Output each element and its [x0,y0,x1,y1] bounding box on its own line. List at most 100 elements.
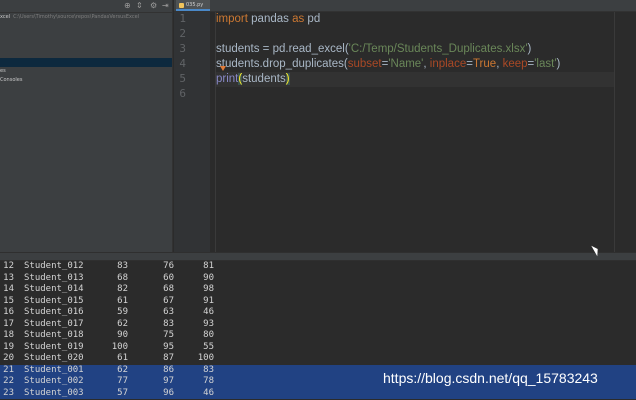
row-value: 46 [203,307,214,317]
table-row-selected: 23 Student_003 57 96 46 [0,387,636,399]
line-number-gutter: 1 2 3 4 5 6 [174,12,210,252]
row-value: 100 [111,341,128,352]
line-number: 6 [179,87,186,100]
row-index: 13 [3,272,14,283]
string-literal: 'C:/Temp/Students_Duplicates.xlsx' [348,43,528,55]
param-inplace: inplace [429,58,467,70]
table-row: 16 Student_016 59 63 46 [0,307,636,319]
code-line-3: students = pd.read_excel('C:/Temp/Studen… [216,42,531,57]
gear-icon[interactable]: ⚙ [150,1,157,11]
tree-root-label: xcel [0,14,11,20]
tree-root[interactable]: xcel C:\Users\Timothy\source\repos\Pandas… [0,13,172,22]
row-name: Student_019 [24,341,84,352]
row-index: 15 [3,295,14,306]
code-area[interactable]: import pandas as pd students = pd.read_e… [215,12,614,252]
run-panel-splitter[interactable] [0,252,636,261]
table-row: 20 Student_020 61 87 100 [0,353,636,365]
row-value: 96 [163,387,174,398]
row-value: 97 [163,376,174,386]
row-name: Student_017 [24,318,84,329]
row-value: 83 [203,364,214,375]
code-text: students [242,73,286,85]
row-value: 62 [117,318,128,329]
row-index: 17 [3,318,14,329]
row-index: 20 [3,353,14,363]
row-index: 21 [3,364,14,375]
line-number: 5 [179,72,186,85]
keyword-true: True [472,58,497,70]
editor-scrollbar[interactable] [626,14,634,252]
line-number: 3 [179,42,186,55]
project-panel: ⊕ ⇕ ⚙ ⇥ xcel C:\Users\Timothy\source\repo… [0,0,172,252]
code-line-4: students.drop_duplicates(subset='Name', … [216,57,560,72]
builtin-print: print [216,73,239,85]
row-value: 83 [117,261,128,271]
tree-item[interactable] [0,40,172,49]
row-value: 68 [117,272,128,283]
tree-item-libraries[interactable]: es [0,67,172,76]
row-value: 55 [203,341,214,352]
row-value: 77 [117,376,128,386]
row-value: 86 [163,364,174,375]
line-number: 2 [179,27,186,40]
row-index: 18 [3,330,14,340]
line-number: 4 [179,57,186,70]
locate-icon[interactable]: ⊕ [124,1,131,11]
table-row: 18 Student_018 90 75 80 [0,330,636,342]
line-number: 1 [179,12,186,25]
row-value: 78 [203,376,214,386]
code-line-5: print(students) [216,72,614,87]
code-editor[interactable]: 035.py 1 2 3 4 5 6 import pandas as pd s… [174,0,636,252]
row-value: 76 [163,261,174,271]
code-line-1: import pandas as pd [216,12,320,27]
row-value: 61 [117,295,128,306]
row-name: Student_014 [24,284,84,294]
table-row: 14 Student_014 82 68 98 [0,284,636,296]
table-row: 15 Student_015 61 67 91 [0,296,636,308]
row-value: 87 [163,353,174,363]
row-value: 63 [163,307,174,317]
code-text: pd [304,13,321,25]
tree-item-consoles[interactable]: Consoles [0,76,172,85]
tree-item[interactable] [0,49,172,58]
row-index: 22 [3,376,14,386]
row-name: Student_018 [24,330,84,340]
row-value: 57 [117,387,128,398]
row-value: 90 [117,330,128,340]
breakpoint-marker-icon [220,66,226,71]
code-text: pandas [247,13,293,25]
row-value: 98 [203,284,214,294]
collapse-icon[interactable]: ⇕ [136,1,143,11]
row-value: 59 [117,307,128,317]
string-literal: 'last' [534,58,557,70]
param-subset: subset [347,58,382,70]
row-name: Student_012 [24,261,84,271]
row-value: 68 [163,284,174,294]
table-row: 19 Student_019 100 95 55 [0,342,636,354]
tree-item-selected[interactable] [0,58,172,67]
python-file-icon [179,3,184,8]
table-row: 13 Student_013 68 60 90 [0,273,636,285]
row-value: 67 [163,295,174,306]
row-value: 46 [203,387,214,398]
row-index: 12 [3,261,14,271]
paren-close: ) [285,73,290,85]
tab-label: 035.py [186,2,204,8]
row-value: 91 [203,295,214,306]
code-text: = [466,58,473,70]
tab-035-py[interactable]: 035.py [176,0,210,11]
row-value: 81 [203,261,214,271]
row-value: 100 [197,353,214,363]
watermark: https://blog.csdn.net/qq_15783243 [383,370,598,386]
tree-item[interactable] [0,22,172,31]
row-index: 16 [3,307,14,317]
code-text: ) [527,43,532,55]
hide-icon[interactable]: ⇥ [162,1,169,11]
row-value: 75 [163,330,174,340]
row-value: 95 [163,341,174,352]
row-value: 90 [203,272,214,283]
tree-item[interactable] [0,31,172,40]
editor-tabbar: 035.py [174,0,636,12]
param-keep: keep [502,58,528,70]
code-text: ) [556,58,561,70]
